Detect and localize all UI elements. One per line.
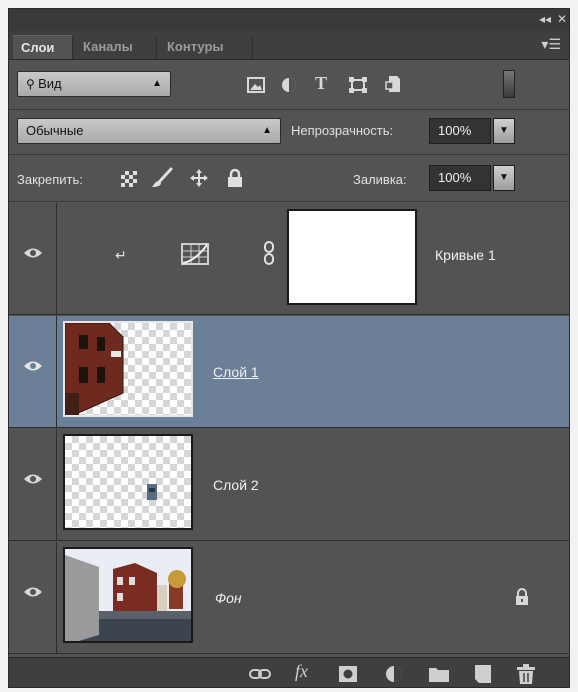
eye-icon[interactable] [23, 247, 43, 259]
divider [9, 201, 569, 202]
smart-object-filter-icon[interactable] [385, 75, 401, 93]
filter-kind-dropdown[interactable]: ⚲ Вид ▲ [17, 71, 171, 97]
fill-label: Заливка: [353, 172, 407, 187]
curves-adjustment-icon [181, 243, 209, 265]
fx-icon[interactable]: fx [295, 661, 308, 682]
lock-icon [516, 588, 528, 605]
eye-icon[interactable] [23, 473, 43, 485]
panel-menu-icon[interactable]: ▾☰ [541, 36, 561, 53]
close-icon[interactable]: ✕ [557, 12, 567, 26]
tab-layers[interactable]: Слои [13, 35, 73, 59]
layer-mask-thumbnail[interactable] [287, 209, 417, 305]
tab-channels[interactable]: Каналы [75, 35, 157, 59]
lock-transparent-pixels-icon[interactable] [121, 171, 137, 187]
layer-row-background[interactable]: Фон [9, 542, 569, 654]
shape-filter-icon[interactable] [349, 77, 367, 93]
delete-layer-icon[interactable] [517, 664, 535, 684]
layer-row-layer1[interactable]: Слой 1 [9, 316, 569, 428]
lock-position-icon[interactable] [189, 168, 209, 188]
layer-row-curves[interactable]: ↵ Кривые 1 [9, 203, 569, 315]
new-layer-icon[interactable] [475, 665, 491, 683]
mask-link-icon[interactable] [263, 241, 275, 265]
type-filter-icon[interactable]: T [315, 73, 327, 94]
panel-tabs: Слои Каналы Контуры ▾☰ [9, 31, 569, 60]
updown-arrows-icon: ▲ [152, 78, 162, 89]
opacity-dropdown-button[interactable]: ▼ [493, 118, 515, 144]
layer-name[interactable]: Кривые 1 [435, 247, 496, 263]
filter-toggle-switch[interactable] [503, 70, 515, 98]
divider [9, 154, 569, 155]
lock-label: Закрепить: [17, 172, 83, 187]
layer-thumbnail[interactable] [63, 547, 193, 643]
tab-paths[interactable]: Контуры [159, 35, 253, 59]
eye-icon[interactable] [23, 586, 43, 598]
brick-building-image [65, 323, 124, 415]
layer-thumbnail[interactable] [63, 434, 193, 530]
layer-name[interactable]: Фон [215, 590, 242, 606]
blend-mode-dropdown[interactable]: Обычные ▲ [17, 118, 281, 144]
opacity-label: Непрозрачность: [291, 123, 394, 138]
adjustment-filter-icon[interactable] [281, 77, 297, 93]
layer-row-layer2[interactable]: Слой 2 [9, 429, 569, 541]
small-fragment-image [147, 484, 157, 500]
search-icon: ⚲ [26, 77, 39, 91]
lock-image-pixels-icon[interactable] [151, 167, 173, 189]
new-adjustment-icon[interactable] [385, 665, 403, 683]
layer-thumbnail[interactable] [63, 321, 193, 417]
image-filter-icon[interactable] [247, 77, 265, 93]
layers-bottom-toolbar: fx [9, 657, 569, 687]
lock-all-icon[interactable] [227, 168, 243, 188]
layer-name[interactable]: Слой 1 [213, 364, 259, 380]
layers-panel: ◂◂ ✕ Слои Каналы Контуры ▾☰ ⚲ Вид ▲ T Об… [8, 8, 570, 688]
blend-mode-label: Обычные [26, 123, 84, 138]
layers-list: ↵ Кривые 1 Слой 1 Слой 2 Фон [9, 203, 569, 655]
updown-arrows-icon: ▲ [262, 125, 272, 136]
panel-title-bar: ◂◂ ✕ [9, 9, 569, 32]
filter-kind-label: Вид [38, 76, 62, 91]
collapse-icon[interactable]: ◂◂ [539, 12, 551, 26]
visibility-cell[interactable] [9, 429, 57, 540]
layer-name[interactable]: Слой 2 [213, 477, 259, 493]
new-group-icon[interactable] [429, 666, 449, 682]
divider [9, 109, 569, 110]
fill-dropdown-button[interactable]: ▼ [493, 165, 515, 191]
link-layers-icon[interactable] [249, 668, 271, 680]
street-photo-image [65, 549, 191, 641]
clipping-mask-arrow-icon: ↵ [115, 247, 127, 263]
visibility-cell[interactable] [9, 542, 57, 653]
eye-icon[interactable] [23, 360, 43, 372]
opacity-input[interactable]: 100% [429, 118, 491, 144]
add-mask-icon[interactable] [339, 666, 357, 682]
visibility-cell[interactable] [9, 316, 57, 427]
visibility-cell[interactable] [9, 203, 57, 314]
fill-input[interactable]: 100% [429, 165, 491, 191]
